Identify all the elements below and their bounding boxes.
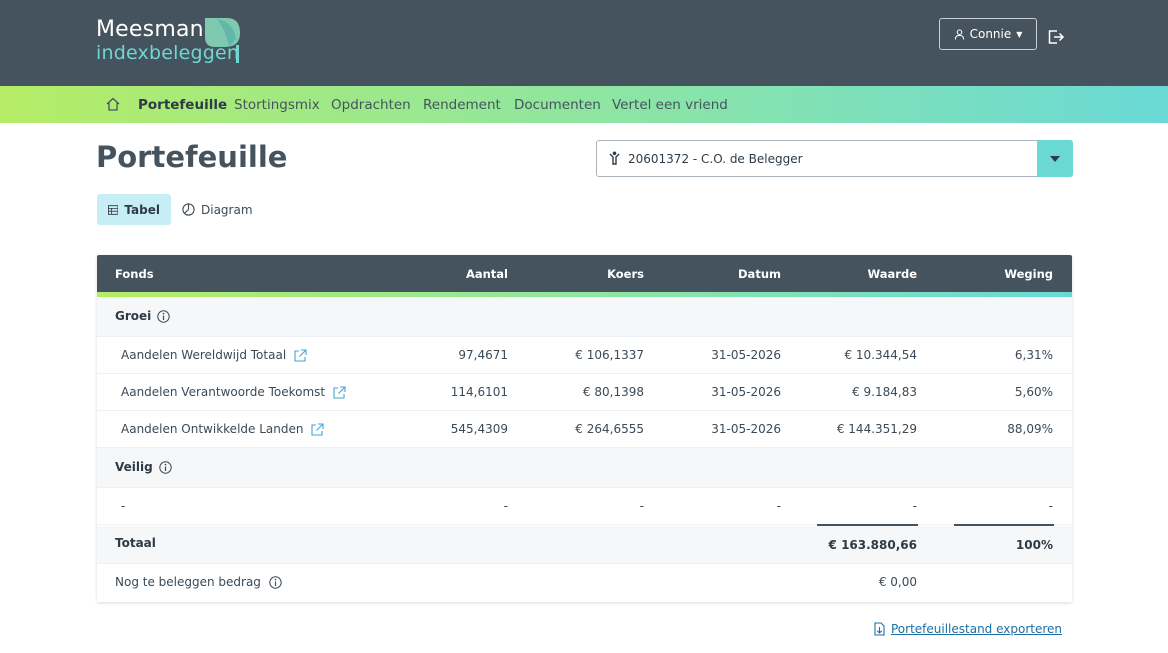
logo-name-line1: Meesman: [96, 17, 204, 42]
tab-diagram-label: Diagram: [201, 202, 253, 217]
info-icon[interactable]: [159, 460, 172, 474]
pie-chart-icon: [182, 203, 195, 216]
nav-item-opdrachten[interactable]: Opdrachten: [331, 97, 411, 113]
user-name: Connie: [969, 27, 1012, 41]
cell-aantal: 545,4309: [450, 422, 508, 436]
fund-name: Aandelen Verantwoorde Toekomst: [121, 385, 346, 399]
nav-item-portefeuille[interactable]: Portefeuille: [138, 97, 227, 113]
info-icon[interactable]: [269, 575, 282, 589]
fund-name: Aandelen Wereldwijd Totaal: [121, 348, 307, 362]
cell-datum: -: [776, 499, 781, 513]
account-person-icon: [609, 151, 620, 165]
group-row-groei: Groei: [97, 297, 1072, 337]
export-link-label[interactable]: Portefeuillestand exporteren: [891, 622, 1062, 636]
external-link-icon[interactable]: [311, 422, 325, 436]
cell-weging: -: [1048, 499, 1053, 513]
total-row: Totaal € 163.880,66 100%: [97, 526, 1072, 564]
export-link[interactable]: Portefeuillestand exporteren: [873, 622, 1062, 636]
account-select[interactable]: 20601372 - C.O. de Belegger: [596, 140, 1073, 177]
cell-aantal: 97,4671: [458, 348, 508, 362]
person-icon: [954, 28, 964, 40]
nav-item-vertel-een-vriend[interactable]: Vertel een vriend: [612, 97, 728, 113]
table-icon: [108, 204, 119, 215]
top-header: Meesman indexbeleggen Connie ▼: [0, 0, 1168, 86]
tab-tabel-label: Tabel: [124, 202, 160, 217]
fund-name-text[interactable]: Aandelen Ontwikkelde Landen: [121, 422, 303, 436]
page-title: Portefeuille: [96, 140, 288, 174]
main-nav: Portefeuille Stortingsmix Opdrachten Ren…: [0, 86, 1168, 123]
fund-name-text[interactable]: Aandelen Verantwoorde Toekomst: [121, 385, 325, 399]
portfolio-table: Fonds Aantal Koers Datum Waarde Weging G…: [97, 255, 1072, 602]
group-row-veilig: Veilig: [97, 448, 1072, 488]
account-select-value: 20601372 - C.O. de Belegger: [628, 152, 803, 166]
table-row: Aandelen Wereldwijd Totaal 97,4671 € 106…: [97, 337, 1072, 374]
col-waarde: Waarde: [867, 267, 918, 281]
col-aantal: Aantal: [465, 267, 508, 281]
to-invest-label-text: Nog te beleggen bedrag: [115, 575, 261, 589]
cell-weging: 88,09%: [1007, 422, 1053, 436]
total-weging: 100%: [1015, 538, 1053, 552]
group-label: Veilig: [115, 460, 172, 474]
table-header: Fonds Aantal Koers Datum Waarde Weging: [97, 255, 1072, 292]
table-row: Aandelen Ontwikkelde Landen 545,4309 € 2…: [97, 411, 1072, 448]
group-label: Groei: [115, 309, 170, 323]
cell-datum: 31-05-2026: [711, 348, 781, 362]
nav-item-rendement[interactable]: Rendement: [423, 97, 501, 113]
total-waarde: € 163.880,66: [828, 538, 917, 552]
cell-weging: 5,60%: [1014, 385, 1053, 399]
cell-weging: 6,31%: [1014, 348, 1053, 362]
group-label-text: Veilig: [115, 460, 153, 474]
caret-down-icon: ▼: [1016, 29, 1023, 39]
table-row: - - - - - -: [97, 488, 1072, 525]
col-fonds: Fonds: [115, 267, 154, 281]
document-download-icon: [874, 622, 885, 636]
tab-diagram[interactable]: Diagram: [171, 194, 264, 225]
tab-tabel[interactable]: Tabel: [97, 194, 171, 225]
cell-waarde: -: [912, 499, 917, 513]
col-weging: Weging: [1004, 267, 1053, 281]
nav-item-stortingsmix[interactable]: Stortingsmix: [234, 97, 320, 113]
cell-fonds: -: [121, 499, 126, 513]
chevron-down-icon[interactable]: [1037, 140, 1073, 177]
to-invest-row: Nog te beleggen bedrag € 0,00: [97, 564, 1072, 602]
cell-waarde: € 10.344,54: [844, 348, 917, 362]
col-datum: Datum: [738, 267, 781, 281]
nav-item-documenten[interactable]: Documenten: [514, 97, 601, 113]
cell-waarde: € 144.351,29: [836, 422, 917, 436]
cell-aantal: -: [503, 499, 508, 513]
fund-name: Aandelen Ontwikkelde Landen: [121, 422, 325, 436]
external-link-icon[interactable]: [333, 385, 346, 399]
info-icon[interactable]: [157, 309, 170, 323]
table-row: Aandelen Verantwoorde Toekomst 114,6101 …: [97, 374, 1072, 411]
cell-koers: -: [639, 499, 644, 513]
to-invest-waarde: € 0,00: [878, 575, 917, 589]
cell-aantal: 114,6101: [450, 385, 508, 399]
to-invest-label: Nog te beleggen bedrag: [115, 575, 282, 589]
external-link-icon[interactable]: [294, 348, 307, 362]
cell-datum: 31-05-2026: [711, 385, 781, 399]
home-icon[interactable]: [105, 96, 121, 112]
logout-icon[interactable]: [1047, 28, 1065, 46]
cell-koers: € 264,6555: [575, 422, 644, 436]
fund-name-text[interactable]: Aandelen Wereldwijd Totaal: [121, 348, 286, 362]
col-koers: Koers: [607, 267, 644, 281]
cell-datum: 31-05-2026: [711, 422, 781, 436]
group-label-text: Groei: [115, 309, 152, 323]
cell-koers: € 106,1337: [575, 348, 644, 362]
leaf-logo-icon: [205, 18, 240, 63]
cell-waarde: € 9.184,83: [852, 385, 917, 399]
meesman-logo[interactable]: Meesman indexbeleggen: [96, 17, 246, 69]
total-label: Totaal: [115, 536, 156, 550]
cell-koers: € 80,1398: [582, 385, 644, 399]
user-menu-button[interactable]: Connie ▼: [939, 18, 1037, 50]
